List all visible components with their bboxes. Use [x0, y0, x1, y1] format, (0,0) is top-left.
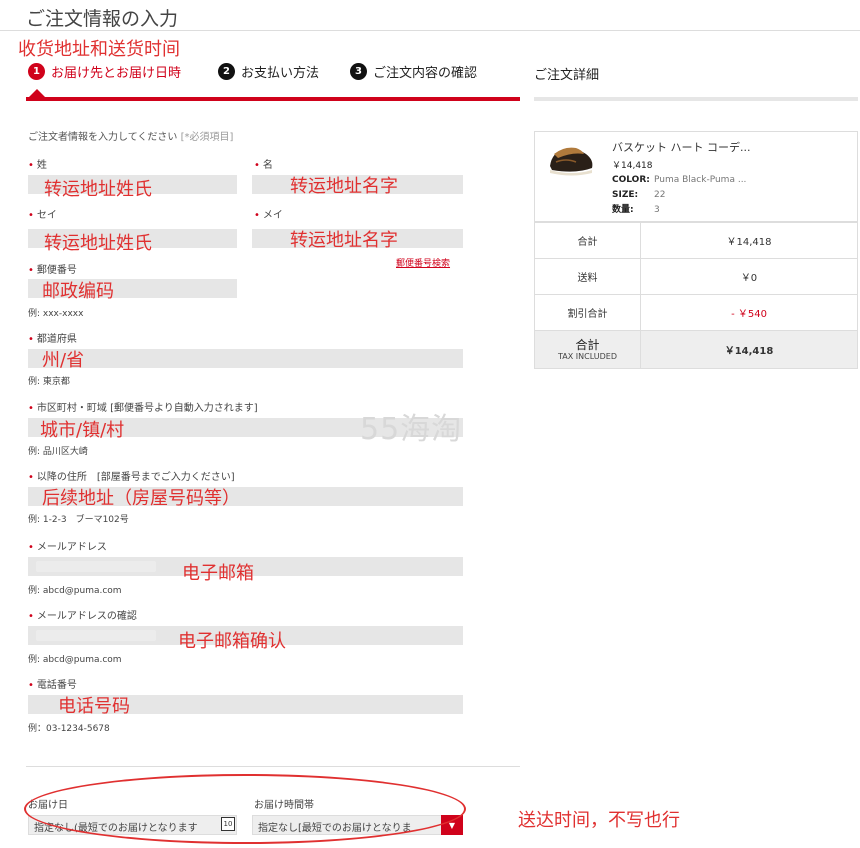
size-value: 22: [654, 190, 666, 200]
email-label: • メールアドレス: [28, 542, 107, 553]
annotation-delivery: 送达时间，不写也行: [518, 810, 680, 831]
annotation-phone: 电话号码: [58, 696, 130, 717]
city-label-text: 市区町村・町域 [郵便番号より自動入力されます]: [36, 403, 258, 414]
watermark: 55海淘: [360, 412, 463, 447]
step-confirm[interactable]: 3 ご注文内容の確認: [350, 62, 477, 81]
blurred-email-confirm-value: [36, 630, 156, 641]
postal-example: 例: xxx-xxxx: [28, 309, 84, 319]
step-number: 1: [28, 63, 45, 80]
step-payment[interactable]: 2 お支払い方法: [218, 62, 319, 81]
email-confirm-label: • メールアドレスの確認: [28, 611, 137, 622]
last-kana-label: • セイ: [28, 210, 57, 221]
annotation-address-time: 收货地址和送货时间: [18, 39, 180, 60]
annotation-prefecture: 州/省: [42, 350, 85, 371]
last-kana-label-text: セイ: [36, 210, 57, 221]
email-example: 例: abcd@puma.com: [28, 586, 122, 596]
step-label: ご注文内容の確認: [373, 66, 478, 81]
step-number: 3: [350, 63, 367, 80]
color-label: COLOR:: [612, 175, 650, 185]
color-value: Puma Black-Puma ...: [654, 175, 747, 185]
address-label-text: 以降の住所 [部屋番号までご入力ください]: [36, 472, 235, 483]
email-confirm-label-text: メールアドレスの確認: [36, 611, 137, 622]
last-name-label: • 姓: [28, 160, 47, 171]
postal-label-text: 郵便番号: [36, 265, 77, 276]
first-kana-label: • メイ: [254, 210, 283, 221]
annotation-last-name: 转运地址姓氏: [44, 179, 152, 200]
email-confirm-example: 例: abcd@puma.com: [28, 655, 122, 665]
total-value: ￥14,418: [640, 330, 858, 369]
page-title: ご注文情報の入力: [26, 8, 179, 30]
subtotal-value: ￥14,418: [640, 222, 858, 259]
required-note: [*必須項目]: [180, 132, 234, 143]
annotation-city: 城市/镇/村: [40, 420, 125, 441]
annotation-circle: [24, 774, 466, 844]
step-delivery[interactable]: 1 お届け先とお届け日時: [28, 62, 181, 81]
quantity-value: 3: [654, 205, 660, 215]
table-row: 合計 TAX INCLUDED ￥14,418: [534, 330, 858, 369]
step-number: 2: [218, 63, 235, 80]
phone-label-text: 電話番号: [36, 680, 77, 691]
prefecture-select[interactable]: [28, 349, 463, 368]
first-kana-label-text: メイ: [262, 210, 283, 221]
product-image: [550, 147, 593, 176]
step-label: お支払い方法: [241, 66, 320, 81]
prefecture-label-text: 都道府県: [36, 334, 77, 345]
phone-label: • 電話番号: [28, 680, 77, 691]
product-price: ￥14,418: [612, 161, 653, 171]
email-label-text: メールアドレス: [36, 542, 107, 553]
section-divider: [26, 766, 520, 767]
form-hint: ご注文者情報を入力してください [*必須項目]: [28, 128, 233, 143]
progress-bar: [26, 97, 520, 101]
table-row: 割引合計 - ￥540: [534, 294, 858, 331]
product-attributes: COLOR: Puma Black-Puma ... SIZE: 22 数量: 3: [612, 171, 746, 216]
total-label: 合計: [575, 337, 600, 352]
discount-value: - ￥540: [640, 294, 858, 331]
step-label: お届け先とお届け日時: [51, 66, 182, 81]
annotation-postal: 邮政编码: [42, 281, 114, 302]
annotation-email-confirm: 电子邮箱确认: [178, 631, 286, 652]
tax-included-label: TAX INCLUDED: [558, 351, 617, 361]
postal-search-link[interactable]: 郵便番号検索: [396, 256, 450, 269]
prefecture-label: • 都道府県: [28, 334, 77, 345]
blurred-email-value: [36, 561, 156, 572]
order-totals-table: 合計 ￥14,418 送料 ￥0 割引合計 - ￥540 合計 TAX INCL…: [534, 222, 858, 369]
city-example: 例: 品川区大崎: [28, 447, 88, 457]
order-summary-title: ご注文詳細: [534, 68, 600, 83]
quantity-label: 数量:: [612, 205, 634, 215]
first-name-label: • 名: [254, 160, 273, 171]
form-hint-text: ご注文者情報を入力してください: [28, 132, 178, 143]
address-example: 例: 1-2-3 ブーマ102号: [28, 515, 129, 525]
product-name[interactable]: バスケット ハート コーデ...: [612, 139, 750, 155]
annotation-email: 电子邮箱: [182, 563, 254, 584]
prefecture-example: 例: 東京都: [28, 377, 70, 387]
subtotal-label: 合計: [534, 222, 641, 259]
discount-label: 割引合計: [534, 294, 641, 331]
annotation-first-name: 转运地址名字: [290, 176, 398, 197]
address-label: • 以降の住所 [部屋番号までご入力ください]: [28, 472, 235, 483]
annotation-first-name-kana: 转运地址名字: [290, 230, 398, 251]
annotation-address2: 后续地址（房屋号码等）: [42, 488, 240, 509]
size-label: SIZE:: [612, 190, 639, 200]
annotation-last-name-kana: 转运地址姓氏: [44, 233, 152, 254]
last-name-label-text: 姓: [36, 160, 47, 171]
summary-bar: [534, 97, 858, 101]
shipping-label: 送料: [534, 258, 641, 295]
city-label: • 市区町村・町域 [郵便番号より自動入力されます]: [28, 403, 258, 414]
title-divider: [0, 30, 860, 31]
total-cell: 合計 TAX INCLUDED: [534, 330, 641, 369]
shipping-value: ￥0: [640, 258, 858, 295]
first-name-label-text: 名: [262, 160, 273, 171]
postal-label: • 郵便番号: [28, 265, 77, 276]
table-row: 合計 ￥14,418: [534, 222, 858, 259]
phone-example: 例：03-1234-5678: [28, 724, 110, 734]
table-row: 送料 ￥0: [534, 258, 858, 295]
